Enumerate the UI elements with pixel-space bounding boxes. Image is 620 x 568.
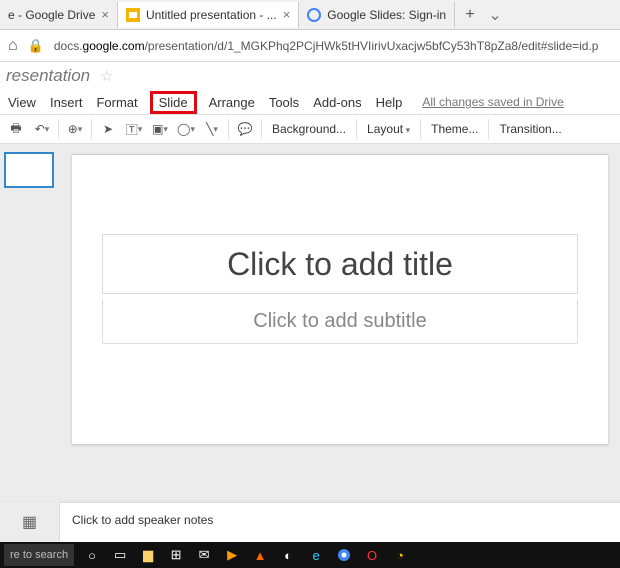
- select-icon[interactable]: ➤: [98, 119, 118, 139]
- browser-tab-signin[interactable]: Google Slides: Sign-in: [299, 2, 455, 28]
- menu-help[interactable]: Help: [376, 95, 403, 110]
- menu-slide[interactable]: Slide: [150, 91, 197, 114]
- separator: [420, 119, 421, 139]
- save-status[interactable]: All changes saved in Drive: [422, 95, 563, 109]
- home-icon[interactable]: ⌂: [8, 37, 18, 55]
- taskbar-search[interactable]: re to search: [4, 544, 74, 566]
- menu-view[interactable]: View: [8, 95, 36, 110]
- layout-button[interactable]: Layout: [363, 122, 414, 136]
- separator: [261, 119, 262, 139]
- slide-canvas[interactable]: Click to add title Click to add subtitle: [72, 154, 608, 444]
- opera-icon[interactable]: O: [362, 545, 382, 565]
- theme-button[interactable]: Theme...: [427, 122, 482, 136]
- doc-title-row: resentation ☆: [0, 62, 620, 90]
- separator: [488, 119, 489, 139]
- close-icon[interactable]: ×: [283, 7, 291, 22]
- cortana-icon[interactable]: ○: [82, 545, 102, 565]
- menu-tools[interactable]: Tools: [269, 95, 299, 110]
- toolbar: 🖶 ↶ ⊕ ➤ 🅃 ▣ ◯ ╲ 💬 Background... Layout T…: [0, 114, 620, 144]
- star-icon[interactable]: ☆: [100, 67, 113, 85]
- explorer-icon[interactable]: ▆: [138, 545, 158, 565]
- tabs-overflow-icon[interactable]: ⌄: [485, 5, 505, 25]
- shape-icon[interactable]: ◯: [176, 119, 196, 139]
- separator: [58, 119, 59, 139]
- vlc-icon[interactable]: ▲: [250, 545, 270, 565]
- zoom-icon[interactable]: ⊕: [65, 119, 85, 139]
- browser-tabstrip: e - Google Drive × Untitled presentation…: [0, 0, 620, 30]
- image-icon[interactable]: ▣: [150, 119, 170, 139]
- steam-icon[interactable]: ◐: [278, 545, 298, 565]
- browser-tab-presentation[interactable]: Untitled presentation - ... ×: [118, 2, 299, 28]
- media-icon[interactable]: ▶: [222, 545, 242, 565]
- separator: [91, 119, 92, 139]
- line-icon[interactable]: ╲: [202, 119, 222, 139]
- menu-format[interactable]: Format: [96, 95, 137, 110]
- transition-button[interactable]: Transition...: [495, 122, 565, 136]
- tab-label: Google Slides: Sign-in: [327, 8, 446, 22]
- print-icon[interactable]: 🖶: [6, 119, 26, 139]
- edge-icon[interactable]: e: [306, 545, 326, 565]
- mail-icon[interactable]: ✉: [194, 545, 214, 565]
- speaker-notes[interactable]: Click to add speaker notes: [60, 502, 620, 542]
- slide-thumbs-panel: [0, 144, 60, 500]
- undo-icon[interactable]: ↶: [32, 119, 52, 139]
- address-bar-row: ⌂ 🔒 docs.google.com/presentation/d/1_MGK…: [0, 30, 620, 62]
- subtitle-placeholder[interactable]: Click to add subtitle: [102, 299, 578, 344]
- doc-title[interactable]: resentation: [6, 66, 90, 86]
- menu-addons[interactable]: Add-ons: [313, 95, 361, 110]
- lock-icon[interactable]: 🔒: [28, 38, 44, 54]
- slides-icon: [126, 8, 140, 22]
- comment-icon[interactable]: 💬: [235, 119, 255, 139]
- separator: [228, 119, 229, 139]
- tab-label: e - Google Drive: [8, 8, 95, 22]
- title-placeholder[interactable]: Click to add title: [102, 234, 578, 294]
- chrome-icon[interactable]: [334, 545, 354, 565]
- canvas-wrap: Click to add title Click to add subtitle: [60, 144, 620, 500]
- windows-taskbar: re to search ○ ▭ ▆ ⊞ ✉ ▶ ▲ ◐ e O ◔: [0, 542, 620, 568]
- browser-tab-drive[interactable]: e - Google Drive ×: [0, 2, 118, 28]
- menu-arrange[interactable]: Arrange: [209, 95, 255, 110]
- store-icon[interactable]: ⊞: [166, 545, 186, 565]
- disc-icon[interactable]: ◔: [390, 545, 410, 565]
- slide-thumb-1[interactable]: [4, 152, 54, 188]
- google-icon: [307, 8, 321, 22]
- background-button[interactable]: Background...: [268, 122, 350, 136]
- url-text[interactable]: docs.google.com/presentation/d/1_MGKPhq2…: [54, 39, 599, 53]
- menu-bar: View Insert Format Slide Arrange Tools A…: [0, 90, 620, 114]
- new-tab-button[interactable]: +: [455, 6, 485, 24]
- menu-insert[interactable]: Insert: [50, 95, 83, 110]
- close-icon[interactable]: ×: [101, 7, 109, 22]
- work-area: Click to add title Click to add subtitle: [0, 144, 620, 500]
- textbox-icon[interactable]: 🅃: [124, 119, 144, 139]
- taskview-icon[interactable]: ▭: [110, 545, 130, 565]
- tab-label: Untitled presentation - ...: [146, 8, 277, 22]
- apps-grid-icon[interactable]: ▦: [0, 502, 60, 542]
- separator: [356, 119, 357, 139]
